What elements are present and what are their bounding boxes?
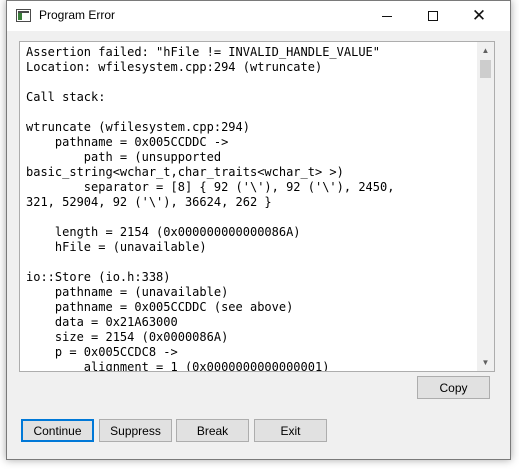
window-title: Program Error — [39, 8, 116, 22]
close-icon: ✕ — [471, 5, 487, 26]
suppress-button[interactable]: Suppress — [99, 419, 172, 442]
scroll-down-button[interactable]: ▼ — [477, 354, 494, 371]
exit-button[interactable]: Exit — [254, 419, 327, 442]
title-bar[interactable]: Program Error ✕ — [7, 1, 510, 31]
chevron-up-icon: ▲ — [481, 46, 490, 55]
break-button[interactable]: Break — [176, 419, 249, 442]
minimize-icon — [382, 15, 392, 17]
chevron-down-icon: ▼ — [481, 358, 490, 367]
maximize-icon — [428, 11, 438, 21]
copy-button[interactable]: Copy — [417, 376, 490, 399]
minimize-button[interactable] — [364, 1, 410, 31]
close-button[interactable]: ✕ — [456, 1, 502, 31]
program-error-dialog: Program Error ✕ Assertion failed: "hFile… — [6, 0, 511, 460]
scrollbar-thumb[interactable] — [480, 60, 491, 78]
continue-button[interactable]: Continue — [21, 419, 94, 442]
maximize-button[interactable] — [410, 1, 456, 31]
scroll-up-button[interactable]: ▲ — [477, 42, 494, 59]
error-details-text[interactable]: Assertion failed: "hFile != INVALID_HAND… — [26, 45, 474, 371]
app-window-icon — [16, 9, 31, 22]
error-details-textbox[interactable]: Assertion failed: "hFile != INVALID_HAND… — [19, 41, 495, 372]
vertical-scrollbar[interactable]: ▲ ▼ — [477, 42, 494, 371]
